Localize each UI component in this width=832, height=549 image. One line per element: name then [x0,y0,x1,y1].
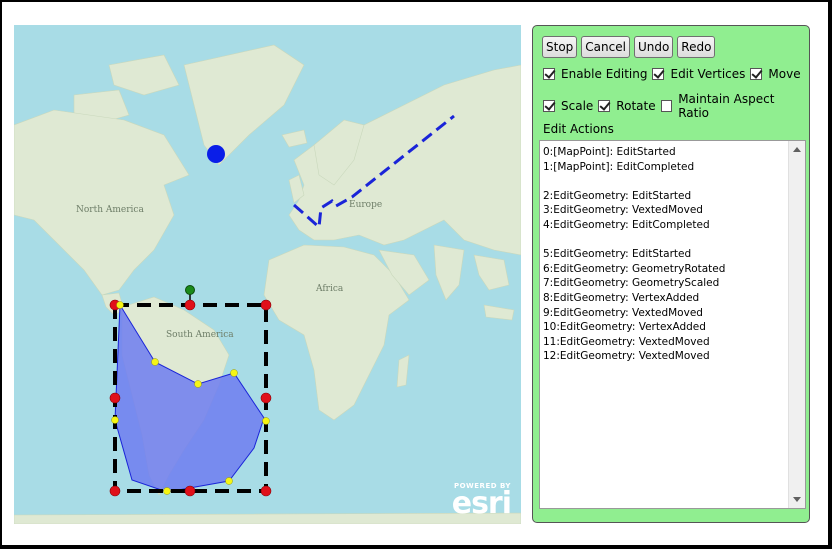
log-line: 3:EditGeometry: VextedMoved [543,204,703,217]
options-row-2: Scale Rotate Maintain Aspect Ratio [543,92,809,120]
log-line: 5:EditGeometry: EditStarted [543,248,692,261]
esri-logo: POWERED BY esri [451,482,512,521]
vertex-handle[interactable] [163,487,171,495]
map-label-europe: Europe [349,200,382,210]
stop-button[interactable]: Stop [542,36,578,58]
scale-handle-bottom-left[interactable] [109,485,121,497]
log-line: 0:[MapPoint]: EditStarted [543,146,676,158]
move-checkbox[interactable]: Move [750,67,801,81]
vertical-scrollbar[interactable] [788,141,805,508]
redo-button[interactable]: Redo [677,36,716,58]
log-line: 12:EditGeometry: VextedMoved [543,350,710,363]
edit-vertices-checkbox[interactable]: Edit Vertices [652,67,745,81]
esri-brand-text: esri [451,486,512,521]
scroll-up-icon[interactable] [793,147,801,152]
rotate-checkbox[interactable]: Rotate [598,99,656,113]
maintain-aspect-ratio-checkbox[interactable]: Maintain Aspect Ratio [660,92,804,120]
vertex-handle[interactable] [151,358,159,366]
checkbox-label: Enable Editing [561,67,648,81]
vertex-handle[interactable] [225,477,233,485]
map-label-south-america: South America [166,330,234,340]
cancel-button[interactable]: Cancel [581,36,630,58]
checkbox-label: Move [768,67,801,81]
map-view[interactable]: North America South America Europe Afric… [14,25,521,524]
checkbox-label: Scale [561,99,594,113]
checkbox-box[interactable] [750,68,763,80]
log-line: 4:EditGeometry: EditCompleted [543,218,710,231]
edit-actions-list[interactable]: 0:[MapPoint]: EditStarted 1:[MapPoint]: E… [539,140,806,509]
checkbox-label: Rotate [616,99,656,113]
edit-toolbar: Stop Cancel Undo Redo [542,36,716,58]
log-line: 11:EditGeometry: VextedMoved [543,335,710,348]
options-row-1: Enable Editing Edit Vertices Move [543,67,806,81]
vertex-handle[interactable] [230,369,238,377]
scale-handle-middle-left[interactable] [109,392,121,404]
checkbox-box[interactable] [660,100,673,112]
checkbox-box[interactable] [543,68,555,80]
log-line: 9:EditGeometry: VextedMoved [543,306,703,319]
app-frame: North America South America Europe Afric… [2,2,828,545]
map-canvas[interactable]: North America South America Europe Afric… [14,25,521,524]
scale-handle-bottom-right[interactable] [260,485,272,497]
checkbox-box[interactable] [598,100,611,112]
scale-handle-middle-right[interactable] [260,392,272,404]
edit-actions-label: Edit Actions [543,122,614,136]
log-line: 7:EditGeometry: GeometryScaled [543,277,720,290]
edit-panel: Stop Cancel Undo Redo Enable Editing Edi… [532,25,810,523]
vertex-handle[interactable] [262,417,270,425]
log-line: 6:EditGeometry: GeometryRotated [543,262,726,275]
vertex-handle[interactable] [116,301,124,309]
checkbox-box[interactable] [652,68,665,80]
scale-handle-top-middle[interactable] [184,299,196,311]
log-line: 1:[MapPoint]: EditCompleted [543,160,695,173]
edit-actions-log: 0:[MapPoint]: EditStarted 1:[MapPoint]: E… [540,141,788,508]
map-point-graphic[interactable] [207,145,225,163]
checkbox-box[interactable] [543,100,555,112]
enable-editing-checkbox[interactable]: Enable Editing [543,67,647,81]
log-line: 10:EditGeometry: VertexAdded [543,321,706,334]
scale-handle-top-right[interactable] [260,299,272,311]
vertex-handle[interactable] [194,380,202,388]
map-label-africa: Africa [315,284,344,294]
scale-handle-bottom-middle[interactable] [184,485,196,497]
vertex-handle[interactable] [111,416,119,424]
log-line: 2:EditGeometry: EditStarted [543,189,692,202]
scale-checkbox[interactable]: Scale [543,99,593,113]
scroll-down-icon[interactable] [793,497,801,502]
map-label-north-america: North America [76,205,144,215]
checkbox-label: Maintain Aspect Ratio [678,92,775,120]
checkbox-label: Edit Vertices [670,67,746,81]
rotate-handle[interactable] [185,285,195,295]
undo-button[interactable]: Undo [633,36,674,58]
log-line: 8:EditGeometry: VertexAdded [543,291,700,304]
